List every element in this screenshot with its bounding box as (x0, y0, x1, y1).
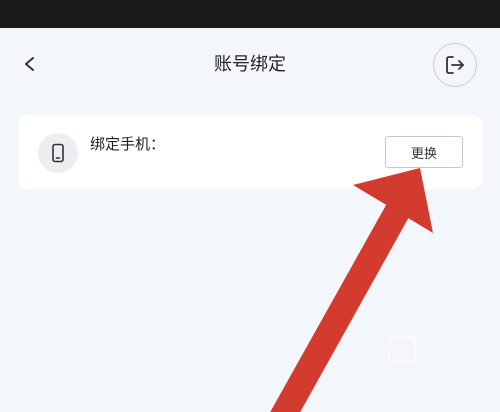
chevron-left-icon (25, 57, 34, 71)
arrow-shaft (270, 198, 414, 412)
status-bar (0, 0, 500, 28)
phone-icon-container (38, 133, 78, 173)
change-phone-button[interactable]: 更换 (385, 136, 463, 168)
back-button[interactable] (12, 46, 48, 82)
page-title: 账号绑定 (214, 54, 286, 75)
bind-phone-label: 绑定手机： (90, 135, 166, 153)
phone-icon (52, 143, 64, 163)
app-header: 账号绑定 (0, 28, 500, 98)
watermark-logo (388, 336, 416, 362)
bind-phone-card: 绑定手机： 更换 (18, 115, 482, 189)
logout-button[interactable] (433, 43, 477, 87)
watermark (388, 336, 420, 362)
logout-icon (446, 56, 464, 74)
